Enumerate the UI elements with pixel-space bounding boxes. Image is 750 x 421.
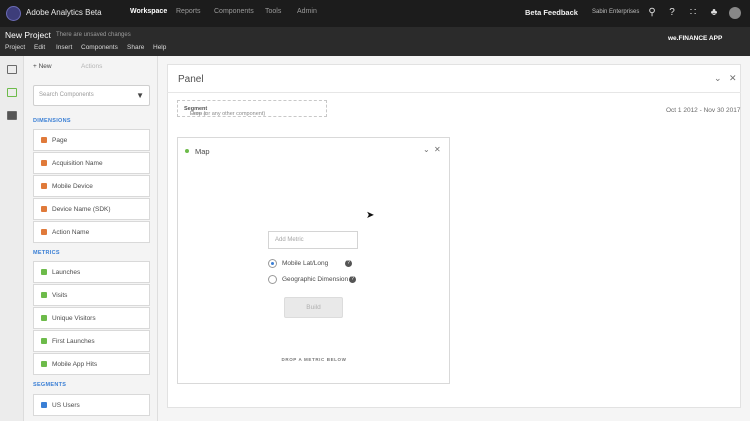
segment-dropzone[interactable]: Drop a Segment Here (or any other compon…	[177, 100, 327, 117]
help-icon[interactable]: ?	[666, 7, 678, 19]
dimension-icon	[41, 160, 47, 166]
project-title[interactable]: New Project	[5, 30, 51, 40]
panel-divider	[167, 92, 741, 93]
apps-grid-icon[interactable]: ∷	[687, 7, 699, 19]
dimension-label: Acquisition Name	[52, 160, 103, 167]
calculated-metric-icon	[41, 361, 47, 367]
metric-item[interactable]: Unique Visitors	[33, 307, 150, 329]
help-icon[interactable]: ?	[345, 260, 352, 267]
bell-icon[interactable]: ♣	[708, 7, 720, 19]
panel-title[interactable]: Panel	[178, 74, 204, 85]
visualizations-icon[interactable]	[7, 88, 17, 97]
dimension-icon	[41, 183, 47, 189]
add-metric-field[interactable]: Add Metric	[268, 231, 358, 249]
panels-icon[interactable]	[7, 65, 17, 74]
search-components-input[interactable]: Search Components ▼	[33, 85, 150, 106]
radio-label-mobile-latlong: Mobile Lat/Long	[282, 260, 329, 267]
close-icon[interactable]: ✕	[434, 145, 441, 154]
segment-label: US Users	[52, 402, 80, 409]
metric-item[interactable]: Launches	[33, 261, 150, 283]
metrics-header: METRICS	[33, 250, 60, 256]
dimension-label: Page	[52, 137, 68, 144]
filter-icon[interactable]: ▼	[136, 91, 144, 100]
tab-admin[interactable]: Admin	[297, 8, 317, 15]
dimension-label: Action Name	[52, 229, 90, 236]
app-title: Adobe Analytics Beta	[26, 8, 102, 17]
dropzone-text: Drop a Segment Here (or any other compon…	[184, 106, 266, 117]
metric-label: Mobile App Hits	[52, 361, 98, 368]
report-suite-selector[interactable]: we.FINANCE APP	[668, 35, 722, 42]
adobe-analytics-logo-icon[interactable]	[6, 6, 21, 21]
search-placeholder: Search Components	[39, 92, 94, 98]
new-button[interactable]: + New	[33, 63, 52, 70]
dimension-label: Mobile Device	[52, 183, 93, 190]
dimension-icon	[41, 137, 47, 143]
radio-geographic-dimension[interactable]	[268, 275, 277, 284]
metric-label: Unique Visitors	[52, 315, 96, 322]
mouse-cursor-icon: ➤	[366, 210, 375, 221]
metric-item[interactable]: Mobile App Hits	[33, 353, 150, 375]
metric-icon	[41, 292, 47, 298]
help-icon[interactable]: ?	[349, 276, 356, 283]
drop-metric-label: DROP A METRIC BELOW	[281, 357, 347, 362]
components-icon[interactable]	[7, 111, 17, 120]
menu-insert[interactable]: Insert	[56, 44, 72, 51]
metric-label: First Launches	[52, 338, 95, 345]
menu-edit[interactable]: Edit	[34, 44, 45, 51]
build-label: Build	[306, 304, 321, 311]
chevron-down-icon[interactable]: ⌄	[423, 145, 430, 154]
dimensions-header: DIMENSIONS	[33, 118, 71, 124]
avatar[interactable]	[729, 7, 741, 19]
dimension-icon	[41, 206, 47, 212]
collapse-chevron-icon[interactable]: ⌄	[714, 73, 722, 84]
dimension-item[interactable]: Mobile Device	[33, 175, 150, 197]
radio-label-geographic-dimension: Geographic Dimension	[282, 276, 349, 283]
tab-workspace[interactable]: Workspace	[130, 8, 167, 15]
menu-help[interactable]: Help	[153, 44, 166, 51]
segment-icon	[41, 402, 47, 408]
segment-item[interactable]: US Users	[33, 394, 150, 416]
status-dot-icon	[185, 149, 189, 153]
close-icon[interactable]: ✕	[729, 73, 737, 84]
search-icon[interactable]: ⚲	[646, 7, 658, 19]
company-name[interactable]: Sabin Enterprises	[592, 9, 639, 15]
beta-feedback-link[interactable]: Beta Feedback	[525, 8, 578, 17]
dimension-item[interactable]: Acquisition Name	[33, 152, 150, 174]
add-metric-placeholder: Add Metric	[275, 237, 304, 243]
metric-item[interactable]: Visits	[33, 284, 150, 306]
menu-project[interactable]: Project	[5, 44, 25, 51]
dimension-item[interactable]: Device Name (SDK)	[33, 198, 150, 220]
metric-icon	[41, 315, 47, 321]
actions-button[interactable]: Actions	[81, 63, 102, 70]
unsaved-status: There are unsaved changes	[56, 32, 131, 38]
build-button[interactable]: Build	[284, 297, 343, 318]
metric-label: Launches	[52, 269, 81, 276]
dimension-item[interactable]: Page	[33, 129, 150, 151]
segments-header: SEGMENTS	[33, 382, 67, 388]
radio-mobile-latlong[interactable]	[268, 259, 277, 268]
metric-icon	[41, 269, 47, 275]
menu-share[interactable]: Share	[127, 44, 144, 51]
metric-label: Visits	[52, 292, 68, 299]
tab-components[interactable]: Components	[214, 8, 254, 15]
menu-components[interactable]: Components	[81, 44, 118, 51]
tab-tools[interactable]: Tools	[265, 8, 281, 15]
date-range[interactable]: Oct 1 2012 - Nov 30 2017	[666, 107, 740, 114]
dimension-item[interactable]: Action Name	[33, 221, 150, 243]
visualization-title[interactable]: Map	[195, 147, 210, 156]
metric-item[interactable]: First Launches	[33, 330, 150, 352]
tab-reports[interactable]: Reports	[176, 8, 201, 15]
metric-icon	[41, 338, 47, 344]
dimension-label: Device Name (SDK)	[52, 206, 111, 213]
dimension-icon	[41, 229, 47, 235]
